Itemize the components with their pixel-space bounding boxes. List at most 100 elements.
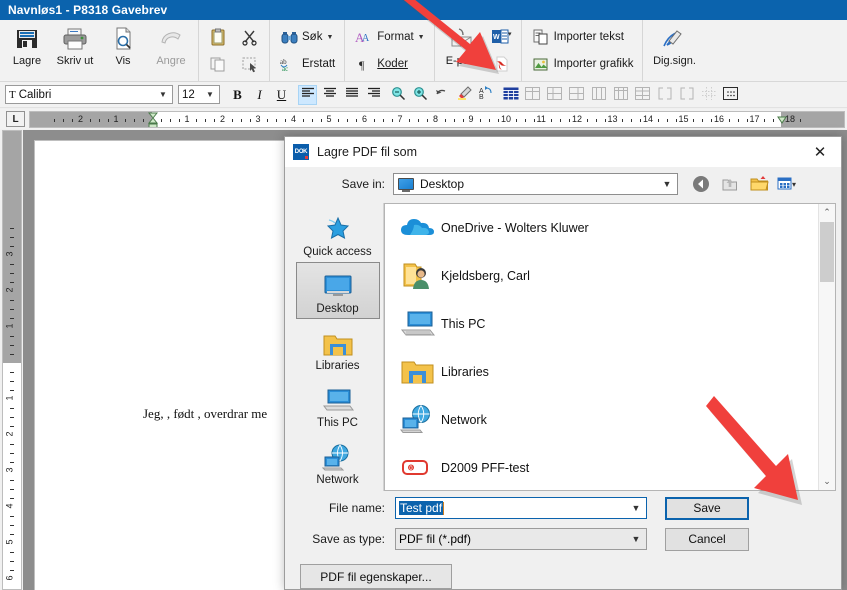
bold-button[interactable]: B bbox=[228, 85, 247, 105]
lagre-button[interactable]: Lagre bbox=[3, 20, 51, 81]
file-list-item[interactable]: This PC bbox=[385, 300, 835, 348]
vruler-dot bbox=[10, 525, 14, 526]
user-folder-icon bbox=[395, 261, 441, 291]
epost-button[interactable]: E-post bbox=[438, 20, 486, 81]
vertical-ruler[interactable]: 3 2 1 1 2 3 4 5 6 bbox=[2, 130, 22, 590]
file-list-scrollbar[interactable]: ⌃ ⌄ bbox=[818, 204, 835, 490]
chevron-down-icon[interactable]: ▼ bbox=[418, 34, 425, 41]
angre-button[interactable]: Angre bbox=[147, 20, 195, 81]
place-item-quick-access[interactable]: Quick access bbox=[296, 205, 380, 262]
table-split-col2-button[interactable] bbox=[611, 85, 630, 105]
sok-button[interactable]: Søk ▼ bbox=[275, 24, 339, 51]
swap-ab-icon: AB bbox=[479, 86, 495, 103]
new-folder-icon[interactable] bbox=[748, 173, 770, 195]
dig-sign-button[interactable]: Dig.sign. bbox=[646, 20, 702, 81]
cancel-button[interactable]: Cancel bbox=[665, 527, 749, 551]
save-pdf-dialog: DOK Lagre PDF fil som ✕ Save in: Desktop… bbox=[284, 136, 842, 590]
vruler-dot bbox=[10, 534, 14, 535]
table-merge-left-button[interactable] bbox=[545, 85, 564, 105]
chevron-down-icon[interactable]: ▼ bbox=[326, 34, 333, 41]
align-center-button[interactable] bbox=[320, 85, 339, 105]
koder-button[interactable]: ¶ Koder bbox=[350, 51, 428, 78]
paste-icon[interactable] bbox=[205, 24, 231, 51]
pdf-export-icon[interactable] bbox=[489, 51, 515, 78]
ruler-tick: 9 bbox=[468, 113, 474, 124]
place-item-libraries[interactable]: Libraries bbox=[296, 319, 380, 376]
ruler-dot bbox=[640, 118, 642, 122]
file-list-item[interactable]: 0 D2009 PFF-test bbox=[385, 444, 835, 490]
scroll-down-button[interactable]: ⌄ bbox=[819, 473, 835, 490]
file-name-input[interactable]: Test pdf ▼ bbox=[395, 497, 647, 519]
chevron-down-icon[interactable]: ▼ bbox=[203, 90, 217, 99]
chevron-down-icon[interactable]: ▼ bbox=[659, 179, 675, 189]
importer-grafikk-button[interactable]: Importer grafikk bbox=[527, 51, 638, 78]
pdf-properties-button[interactable]: PDF fil egenskaper... bbox=[300, 564, 452, 589]
font-family-select[interactable]: T Calibri ▼ bbox=[5, 85, 173, 104]
left-indent-marker[interactable] bbox=[147, 112, 159, 127]
save-in-select[interactable]: Desktop ▼ bbox=[393, 173, 678, 195]
copy-icon[interactable] bbox=[205, 51, 231, 78]
italic-button[interactable]: I bbox=[250, 85, 269, 105]
chevron-down-icon[interactable]: ▼ bbox=[628, 534, 644, 544]
zoom-in-button[interactable] bbox=[411, 85, 430, 105]
importer-tekst-button[interactable]: Importer tekst bbox=[527, 24, 638, 51]
save-button[interactable]: Save bbox=[665, 496, 749, 520]
cut-scissors-icon[interactable] bbox=[237, 24, 263, 51]
place-item-desktop[interactable]: Desktop bbox=[295, 262, 380, 320]
dialog-title-bar: DOK Lagre PDF fil som ✕ bbox=[285, 137, 841, 167]
right-indent-marker[interactable] bbox=[777, 112, 787, 127]
ruler-dot bbox=[249, 118, 251, 122]
views-icon[interactable]: ▾ bbox=[777, 173, 799, 195]
horizontal-ruler-strip[interactable]: 2 1 1 2 3 4 5 6 7 8 9 10 11 12 13 14 15 16 17 18 bbox=[29, 110, 845, 128]
toolbar-group-export: E-post W ▾ bbox=[435, 20, 522, 81]
table-properties-button[interactable] bbox=[721, 85, 740, 105]
align-left-button[interactable] bbox=[298, 84, 317, 105]
vruler-dot bbox=[10, 282, 14, 283]
file-list-item[interactable]: OneDrive - Wolters Kluwer bbox=[385, 204, 835, 252]
place-item-network[interactable]: Network bbox=[296, 434, 380, 491]
scroll-up-button[interactable]: ⌃ bbox=[819, 204, 835, 221]
font-size-select[interactable]: 12 ▼ bbox=[178, 85, 220, 104]
select-icon[interactable] bbox=[237, 51, 263, 78]
table-split-col-button[interactable] bbox=[589, 85, 608, 105]
place-item-this-pc[interactable]: This PC bbox=[296, 377, 380, 434]
undo-small-button[interactable] bbox=[433, 85, 452, 105]
table-borders-button[interactable] bbox=[633, 85, 652, 105]
binoculars-icon bbox=[279, 30, 299, 45]
email-icon bbox=[449, 24, 475, 54]
erstatt-button[interactable]: ab ac Erstatt bbox=[275, 51, 339, 78]
file-list-item[interactable]: Network bbox=[385, 396, 835, 444]
table-bracket-left-button[interactable] bbox=[655, 85, 674, 105]
toolbar-group-format: A A Format ▼ ¶ Koder bbox=[345, 20, 435, 81]
underline-button[interactable]: U bbox=[272, 85, 291, 105]
align-justify-button[interactable] bbox=[342, 85, 361, 105]
align-right-button[interactable] bbox=[364, 85, 383, 105]
vis-button[interactable]: Vis bbox=[99, 20, 147, 81]
table-blue-button[interactable] bbox=[501, 85, 520, 105]
tab-stop-selector[interactable]: L bbox=[6, 111, 25, 127]
toolbar-group-clipboard bbox=[199, 20, 270, 81]
file-list[interactable]: OneDrive - Wolters Kluwer Kjeldsberg, Car… bbox=[384, 203, 836, 491]
dialog-form: File name: Test pdf ▼ Save Save as type:… bbox=[292, 495, 836, 589]
zoom-out-button[interactable] bbox=[389, 85, 408, 105]
table-bracket-right-button[interactable] bbox=[677, 85, 696, 105]
back-icon[interactable] bbox=[690, 173, 712, 195]
table-merge-right-button[interactable] bbox=[567, 85, 586, 105]
save-as-type-select[interactable]: PDF fil (*.pdf) ▼ bbox=[395, 528, 647, 550]
table-gridlines-button[interactable] bbox=[699, 85, 718, 105]
swap-ab-button[interactable]: AB bbox=[477, 85, 496, 105]
chevron-down-icon[interactable]: ▼ bbox=[628, 503, 644, 513]
up-folder-icon[interactable] bbox=[719, 173, 741, 195]
format-button[interactable]: A A Format ▼ bbox=[350, 24, 428, 51]
highlighter-button[interactable] bbox=[455, 85, 474, 105]
chevron-down-icon[interactable]: ▼ bbox=[156, 90, 170, 99]
file-list-item[interactable]: Kjeldsberg, Carl bbox=[385, 252, 835, 300]
word-export-icon[interactable]: W ▾ bbox=[489, 24, 515, 51]
file-list-item-label: Libraries bbox=[441, 365, 489, 379]
skriv-ut-button[interactable]: Skriv ut bbox=[51, 20, 99, 81]
close-icon[interactable]: ✕ bbox=[799, 137, 841, 167]
file-list-item[interactable]: Libraries bbox=[385, 348, 835, 396]
scrollbar-thumb[interactable] bbox=[820, 222, 834, 282]
table-grid-button[interactable] bbox=[523, 85, 542, 105]
skriv-ut-label: Skriv ut bbox=[56, 55, 94, 67]
